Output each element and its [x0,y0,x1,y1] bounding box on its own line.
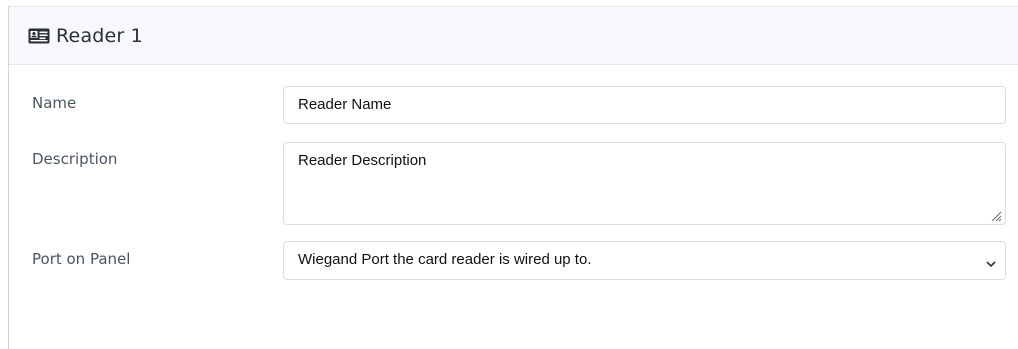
chevron-down-icon[interactable] [985,256,997,268]
id-card-icon [28,28,50,44]
name-input-value: Reader Name [298,96,392,113]
name-label: Name [32,94,77,112]
resize-grip-icon[interactable] [990,209,1002,222]
port-select[interactable]: Wiegand Port the card reader is wired up… [283,241,1006,280]
description-label: Description [32,150,118,168]
port-select-value: Wiegand Port the card reader is wired up… [298,251,592,268]
card-header: Reader 1 [9,7,1018,65]
description-textarea-value: Reader Description [298,152,427,169]
description-textarea[interactable]: Reader Description [283,142,1006,225]
reader-card: Reader 1 Name Reader Name Description Re… [8,6,1018,349]
port-label: Port on Panel [32,250,131,268]
card-title: Reader 1 [56,24,143,47]
name-input[interactable]: Reader Name [283,86,1006,124]
